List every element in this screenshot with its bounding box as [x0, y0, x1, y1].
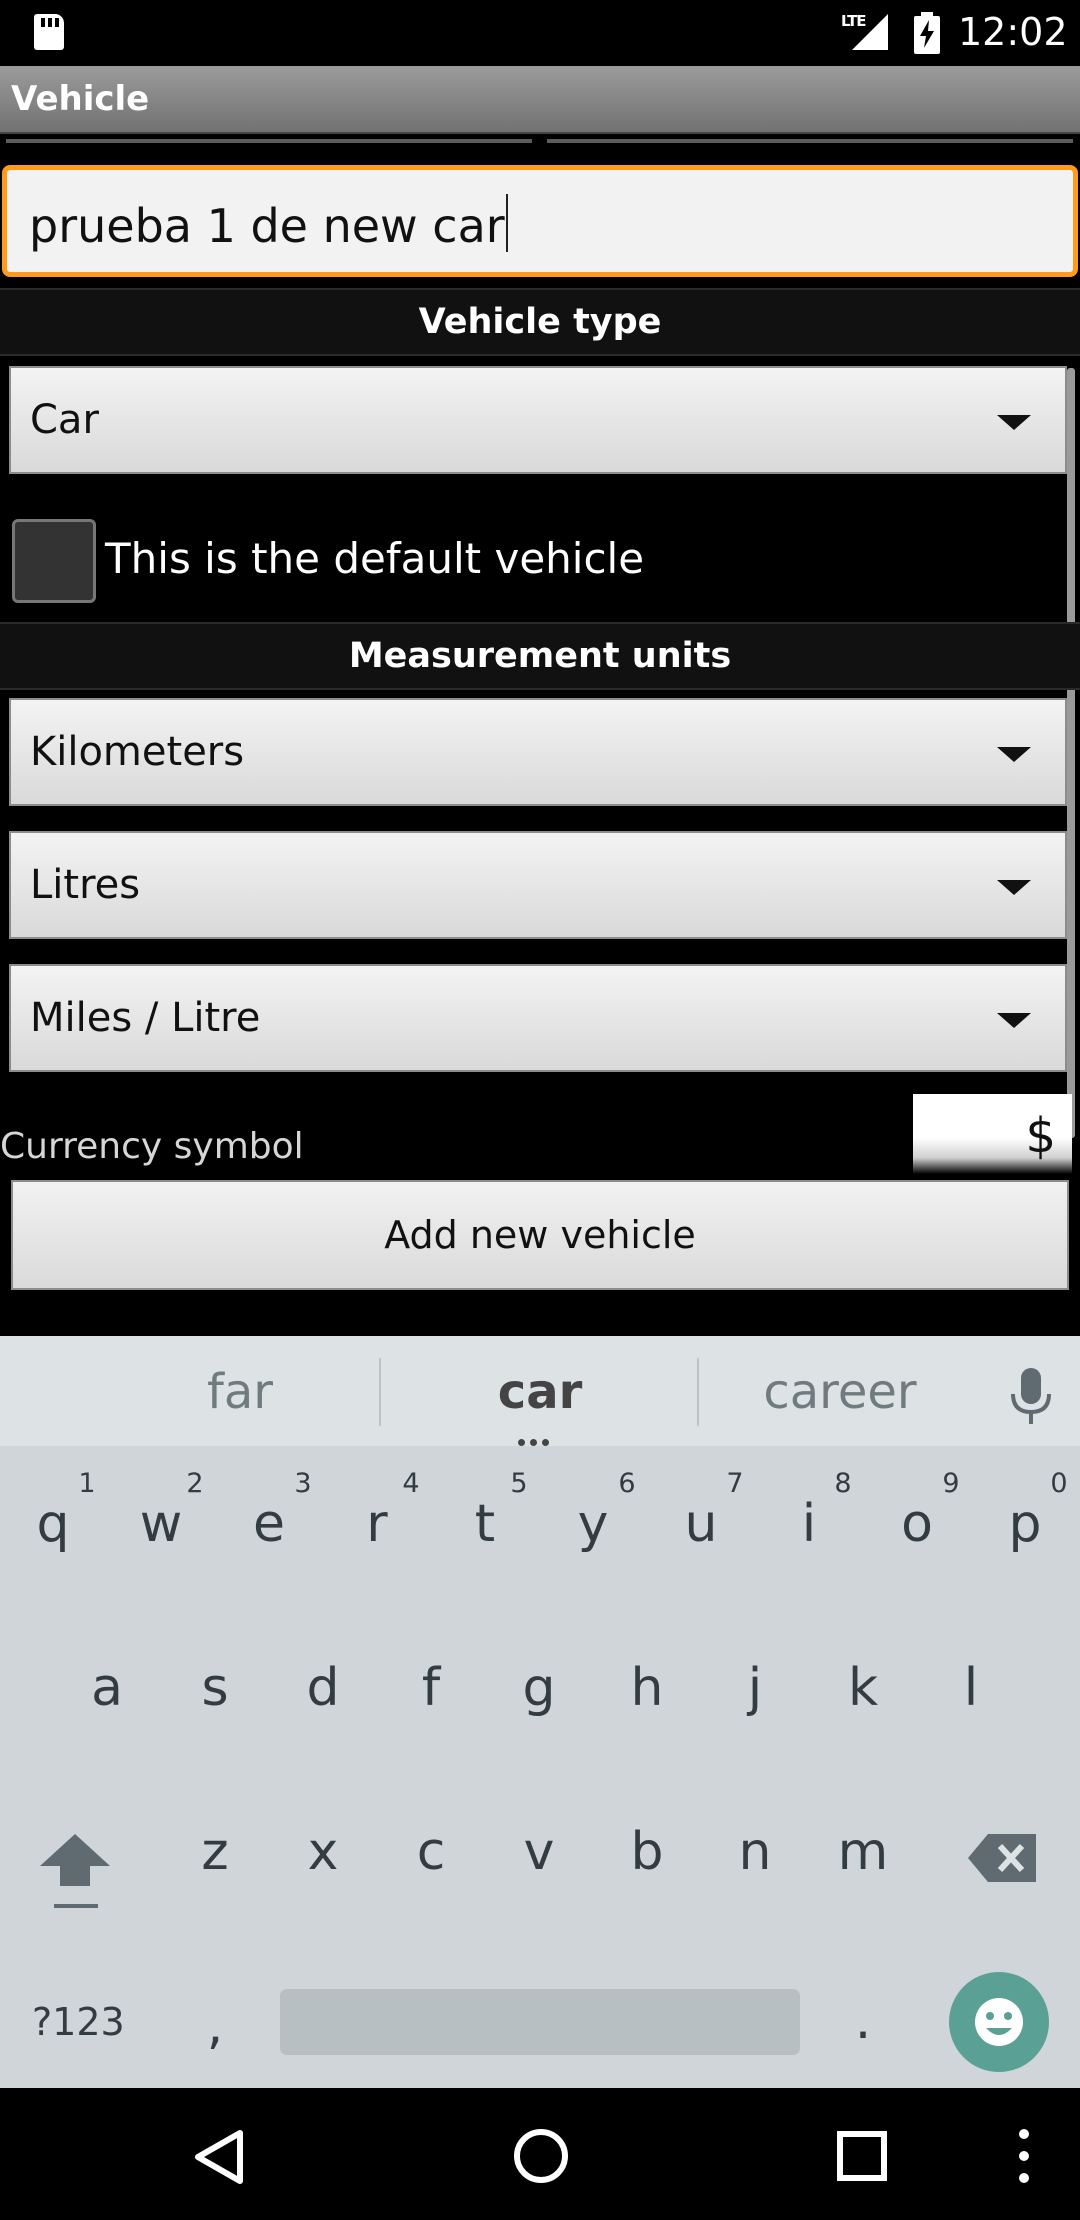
key-m[interactable]: m [813, 1822, 913, 1882]
currency-symbol-input[interactable]: $ [913, 1094, 1072, 1174]
volume-unit-value: Litres [30, 862, 141, 908]
key-hint-0: 0 [1050, 1468, 1068, 1499]
dropdown-icon [997, 747, 1031, 762]
suggestion-left[interactable]: far [110, 1364, 370, 1420]
key-q[interactable]: q [3, 1494, 103, 1554]
distance-unit-spinner[interactable]: Kilometers [9, 698, 1067, 806]
key-d[interactable]: d [273, 1658, 373, 1718]
dropdown-icon [997, 415, 1031, 430]
navigation-bar [0, 2088, 1080, 2220]
key-hint-9: 9 [942, 1468, 960, 1499]
emoji-icon [975, 1998, 1023, 2046]
key-b[interactable]: b [597, 1822, 697, 1882]
tab-indicator-right [547, 139, 1073, 143]
symbols-key[interactable]: ?123 [32, 2000, 125, 2044]
scrollbar[interactable] [1067, 368, 1075, 1138]
key-s[interactable]: s [165, 1658, 265, 1718]
key-h[interactable]: h [597, 1658, 697, 1718]
key-hint-8: 8 [834, 1468, 852, 1499]
vehicle-type-header: Vehicle type [0, 288, 1080, 356]
suggestion-right[interactable]: career [710, 1364, 970, 1420]
backspace-icon[interactable] [968, 1832, 1038, 1884]
shift-icon[interactable] [40, 1830, 110, 1912]
key-l[interactable]: l [921, 1658, 1021, 1718]
distance-unit-value: Kilometers [30, 729, 245, 775]
key-y[interactable]: y [543, 1494, 643, 1554]
key-w[interactable]: w [111, 1494, 211, 1554]
consumption-unit-spinner[interactable]: Miles / Litre [9, 964, 1067, 1072]
more-suggestions-dots[interactable] [518, 1431, 558, 1446]
mic-icon[interactable] [1006, 1366, 1056, 1426]
key-a[interactable]: a [57, 1658, 157, 1718]
measurement-units-header: Measurement units [0, 622, 1080, 690]
key-c[interactable]: c [381, 1822, 481, 1882]
key-e[interactable]: e [219, 1494, 319, 1554]
tab-indicator [0, 136, 1080, 146]
space-bar[interactable] [280, 1989, 800, 2055]
overflow-menu-icon[interactable] [1014, 2126, 1034, 2186]
key-hint-1: 1 [78, 1468, 96, 1499]
key-p[interactable]: p [975, 1494, 1075, 1554]
key-f[interactable]: f [381, 1658, 481, 1718]
dropdown-icon [997, 1013, 1031, 1028]
key-k[interactable]: k [813, 1658, 913, 1718]
battery-charging-icon [914, 12, 940, 54]
key-o[interactable]: o [867, 1494, 967, 1554]
key-hint-5: 5 [510, 1468, 528, 1499]
key-hint-6: 6 [618, 1468, 636, 1499]
key-hint-4: 4 [402, 1468, 420, 1499]
consumption-unit-value: Miles / Litre [30, 995, 261, 1041]
key-t[interactable]: t [435, 1494, 535, 1554]
key-comma[interactable]: , [195, 1996, 235, 2056]
key-x[interactable]: x [273, 1822, 373, 1882]
add-new-vehicle-button[interactable]: Add new vehicle [11, 1180, 1069, 1290]
key-v[interactable]: v [489, 1822, 589, 1882]
default-vehicle-label: This is the default vehicle [105, 534, 645, 583]
default-vehicle-checkbox[interactable] [12, 519, 96, 603]
key-hint-3: 3 [294, 1468, 312, 1499]
action-bar: Vehicle [0, 66, 1080, 134]
vehicle-name-value: prueba 1 de new car [29, 199, 505, 253]
soft-keyboard: far car career q w e r t y u i o p 1 2 3… [0, 1336, 1080, 2088]
currency-symbol-label: Currency symbol [0, 1126, 304, 1167]
key-period[interactable]: . [843, 1991, 883, 2051]
key-z[interactable]: z [165, 1822, 265, 1882]
key-n[interactable]: n [705, 1822, 805, 1882]
vehicle-name-input[interactable]: prueba 1 de new car [2, 165, 1078, 277]
page-title: Vehicle [11, 79, 150, 119]
text-cursor [505, 194, 508, 252]
suggestion-divider [379, 1358, 381, 1426]
suggestion-center[interactable]: car [410, 1364, 670, 1420]
status-bar: LTE 12:02 [0, 0, 1080, 66]
vehicle-type-value: Car [30, 397, 99, 443]
key-j[interactable]: j [705, 1658, 805, 1718]
dropdown-icon [997, 880, 1031, 895]
volume-unit-spinner[interactable]: Litres [9, 831, 1067, 939]
clock: 12:02 [958, 10, 1068, 54]
key-i[interactable]: i [759, 1494, 859, 1554]
suggestion-strip: far car career [0, 1336, 1080, 1446]
key-g[interactable]: g [489, 1658, 589, 1718]
back-icon[interactable] [192, 2128, 246, 2186]
sd-card-icon [34, 14, 64, 50]
key-hint-7: 7 [726, 1468, 744, 1499]
key-hint-2: 2 [186, 1468, 204, 1499]
network-type-label: LTE [841, 12, 867, 30]
home-icon[interactable] [511, 2126, 571, 2186]
suggestion-divider [697, 1358, 699, 1426]
key-u[interactable]: u [651, 1494, 751, 1554]
tab-indicator-left [6, 139, 532, 143]
recents-icon[interactable] [836, 2130, 888, 2182]
vehicle-type-spinner[interactable]: Car [9, 366, 1067, 474]
emoji-button[interactable] [949, 1972, 1049, 2072]
key-r[interactable]: r [327, 1494, 427, 1554]
